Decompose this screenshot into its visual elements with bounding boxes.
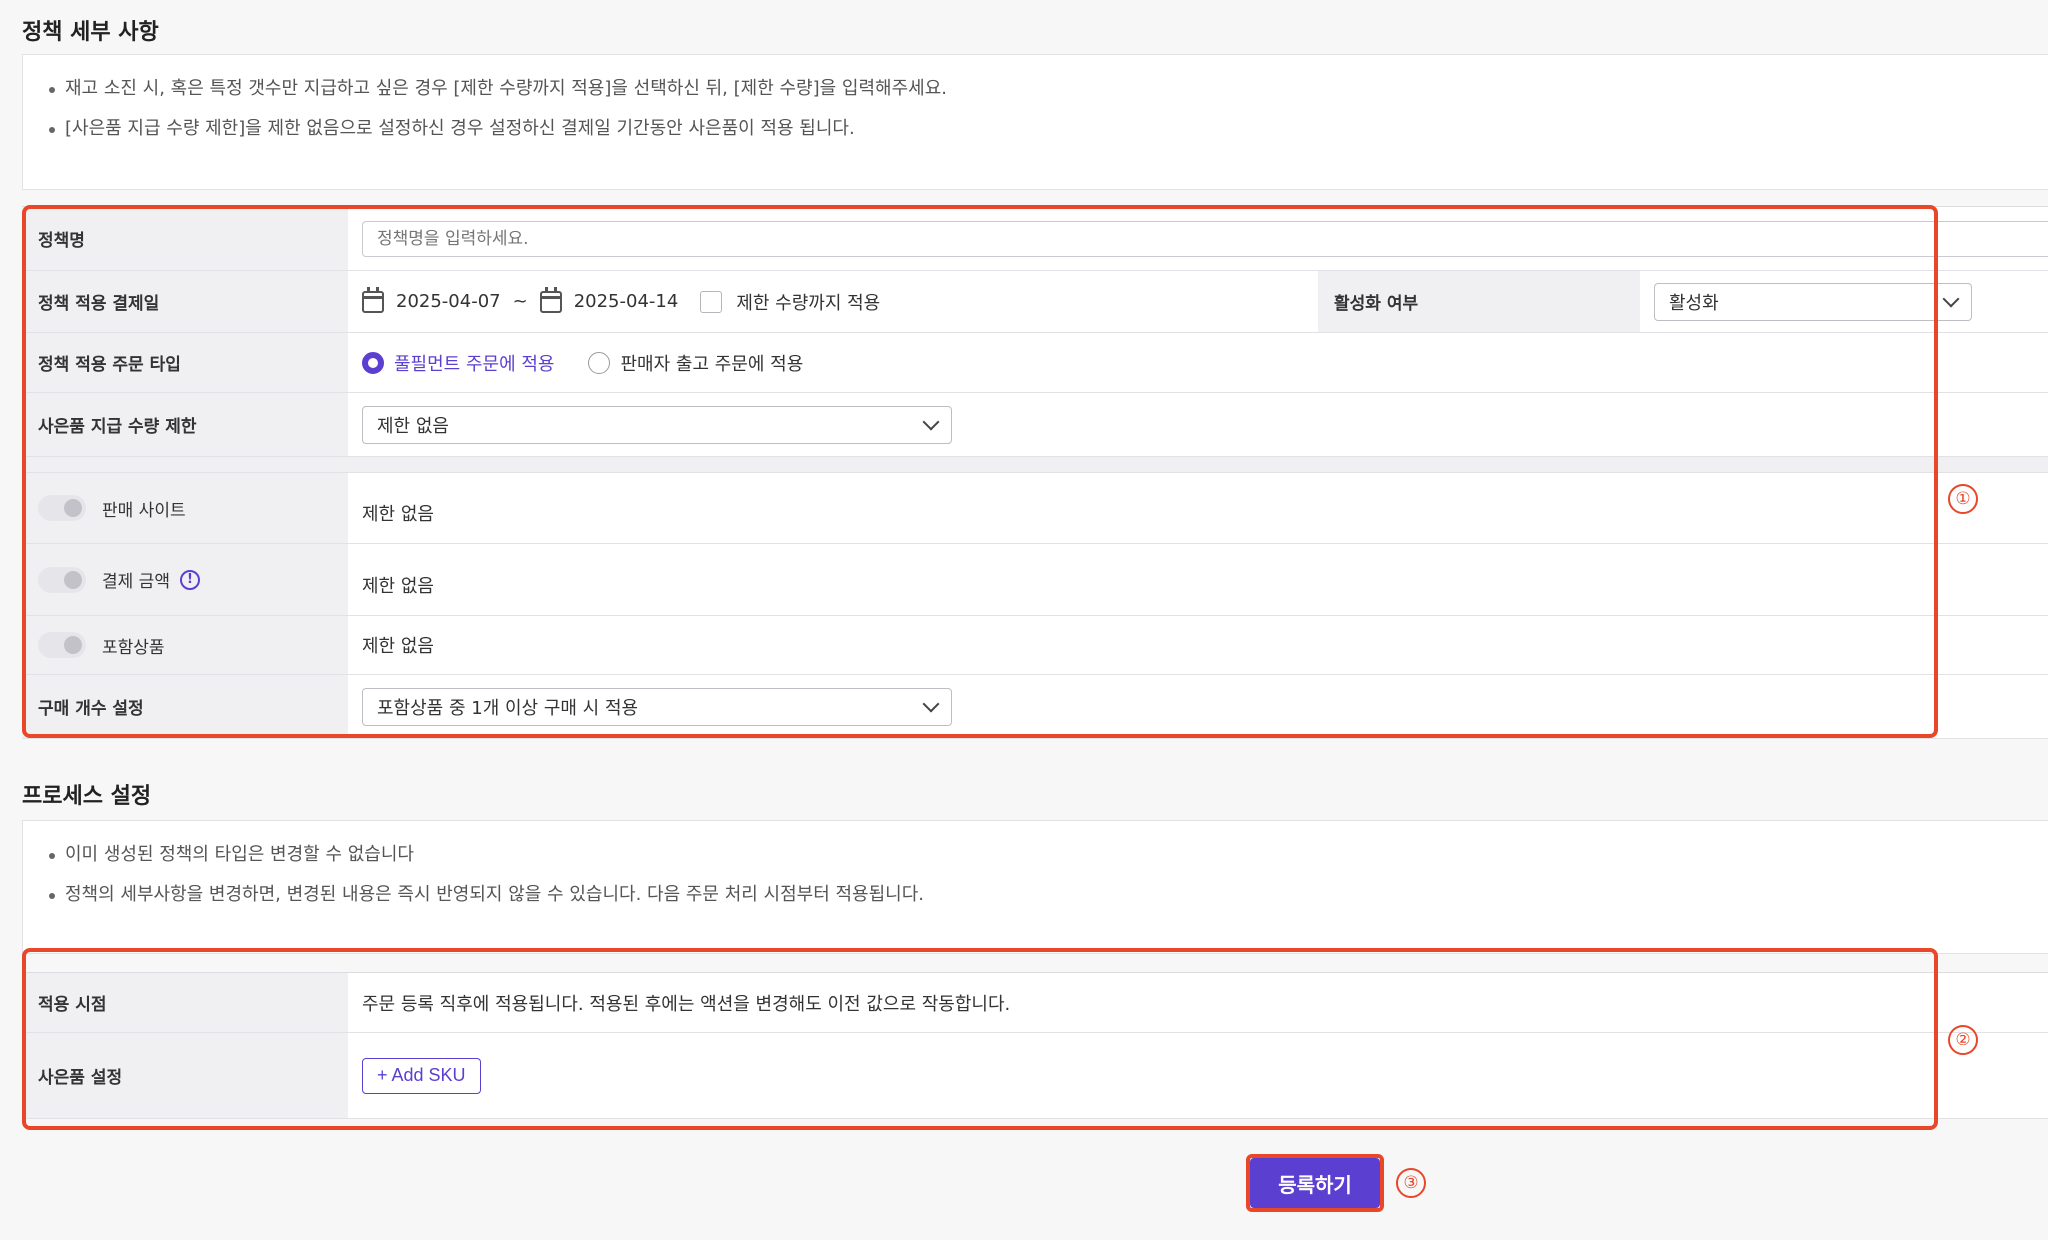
amount-label-cell: 결제 금액 ! <box>22 544 348 615</box>
calendar-icon[interactable] <box>362 286 384 313</box>
policy-notice: 재고 소진 시, 혹은 특정 갯수만 지급하고 싶은 경우 [제한 수량까지 적… <box>22 54 2048 190</box>
amount-value: 제한 없음 <box>362 575 434 597</box>
product-label: 포함상품 <box>102 637 165 658</box>
marker-3: ③ <box>1396 1168 1426 1198</box>
chevron-down-icon <box>922 413 940 430</box>
submit-button[interactable]: 등록하기 <box>1250 1158 1380 1208</box>
site-value: 제한 없음 <box>362 504 434 525</box>
qty-row: 구매 개수 설정 포함상품 중 1개 이상 구매 시 적용 <box>22 675 2048 739</box>
notice-line: 이미 생성된 정책의 타입은 변경할 수 없습니다 <box>47 835 2037 875</box>
qty-select[interactable]: 포함상품 중 1개 이상 구매 시 적용 <box>362 687 952 726</box>
process-form: 적용 시점 주문 등록 직후에 적용됩니다. 적용된 후에는 액션을 변경해도 … <box>22 972 2048 1119</box>
marker-1: ① <box>1948 484 1978 514</box>
product-toggle[interactable] <box>38 632 86 658</box>
active-select[interactable]: 활성화 <box>1654 282 1972 321</box>
gift-setting-label: 사은품 설정 <box>22 1033 348 1118</box>
policy-name-row: 정책명 <box>22 207 2048 271</box>
gift-limit-row: 사은품 지급 수량 제한 제한 없음 <box>22 393 2048 457</box>
policy-name-input[interactable] <box>362 220 2048 257</box>
active-label: 활성화 여부 <box>1318 271 1640 332</box>
amount-label: 결제 금액 <box>102 572 170 592</box>
gift-setting-row: 사은품 설정 + Add SKU <box>22 1033 2048 1119</box>
radio-seller[interactable] <box>588 351 611 374</box>
radio-seller-label[interactable]: 판매자 출고 주문에 적용 <box>620 350 803 376</box>
active-select-value: 활성화 <box>1669 292 1719 314</box>
radio-fulfillment[interactable] <box>362 351 384 374</box>
gift-limit-value: 제한 없음 <box>377 415 449 437</box>
product-row: 포함상품 제한 없음 <box>22 616 2048 675</box>
order-type-row: 정책 적용 주문 타입 풀필먼트 주문에 적용 판매자 출고 주문에 적용 <box>22 333 2048 393</box>
site-label: 판매 사이트 <box>102 500 186 521</box>
date-row: 정책 적용 결제일 2025-04-07 ~ 2025-04-14 제한 수량까… <box>22 271 2048 333</box>
timing-value: 주문 등록 직후에 적용됩니다. 적용된 후에는 액션을 변경해도 이전 값으로… <box>362 993 1011 1015</box>
process-notice: 이미 생성된 정책의 타입은 변경할 수 없습니다 정책의 세부사항을 변경하면… <box>22 820 2048 954</box>
order-type-label: 정책 적용 주문 타입 <box>22 333 348 392</box>
process-section-title: 프로세스 설정 <box>22 784 152 809</box>
date-separator: ~ <box>512 291 528 312</box>
qty-value: 포함상품 중 1개 이상 구매 시 적용 <box>377 697 639 719</box>
amount-toggle[interactable] <box>38 566 86 593</box>
timing-label: 적용 시점 <box>22 973 348 1032</box>
limit-checkbox[interactable] <box>700 290 723 313</box>
product-value: 제한 없음 <box>362 636 434 657</box>
page: 정책 세부 사항 재고 소진 시, 혹은 특정 갯수만 지급하고 싶은 경우 [… <box>0 0 2048 1240</box>
amount-row: 결제 금액 ! 제한 없음 <box>22 544 2048 616</box>
policy-form: 정책명 정책 적용 결제일 2025-04-07 ~ 2025-04-14 제한… <box>22 206 2048 739</box>
site-label-cell: 판매 사이트 <box>22 473 348 543</box>
limit-checkbox-label: 제한 수량까지 적용 <box>736 292 881 314</box>
radio-fulfillment-label[interactable]: 풀필먼트 주문에 적용 <box>394 350 554 376</box>
policy-name-label: 정책명 <box>22 207 348 270</box>
qty-label: 구매 개수 설정 <box>22 675 348 738</box>
chevron-down-icon <box>1942 290 1960 307</box>
policy-section-title: 정책 세부 사항 <box>22 20 159 45</box>
marker-2: ② <box>1948 1025 1978 1055</box>
chevron-down-icon <box>922 695 940 712</box>
add-sku-button[interactable]: + Add SKU <box>362 1057 481 1094</box>
info-icon[interactable]: ! <box>179 569 200 590</box>
date-end[interactable]: 2025-04-14 <box>574 291 679 312</box>
notice-line: 재고 소진 시, 혹은 특정 갯수만 지급하고 싶은 경우 [제한 수량까지 적… <box>47 69 2037 109</box>
calendar-icon[interactable] <box>539 286 562 313</box>
gift-limit-label: 사은품 지급 수량 제한 <box>22 393 348 456</box>
timing-row: 적용 시점 주문 등록 직후에 적용됩니다. 적용된 후에는 액션을 변경해도 … <box>22 973 2048 1033</box>
date-start[interactable]: 2025-04-07 <box>396 291 501 312</box>
product-label-cell: 포함상품 <box>22 616 348 674</box>
notice-line: [사은품 지급 수량 제한]을 제한 없음으로 설정하신 경우 설정하신 결제일… <box>47 109 2037 149</box>
site-row: 판매 사이트 제한 없음 <box>22 473 2048 544</box>
notice-line: 정책의 세부사항을 변경하면, 변경된 내용은 즉시 반영되지 않을 수 있습니… <box>47 875 2037 915</box>
site-toggle[interactable] <box>38 495 86 521</box>
gift-limit-select[interactable]: 제한 없음 <box>362 405 952 444</box>
spacer <box>22 457 2048 473</box>
date-label: 정책 적용 결제일 <box>22 271 348 332</box>
